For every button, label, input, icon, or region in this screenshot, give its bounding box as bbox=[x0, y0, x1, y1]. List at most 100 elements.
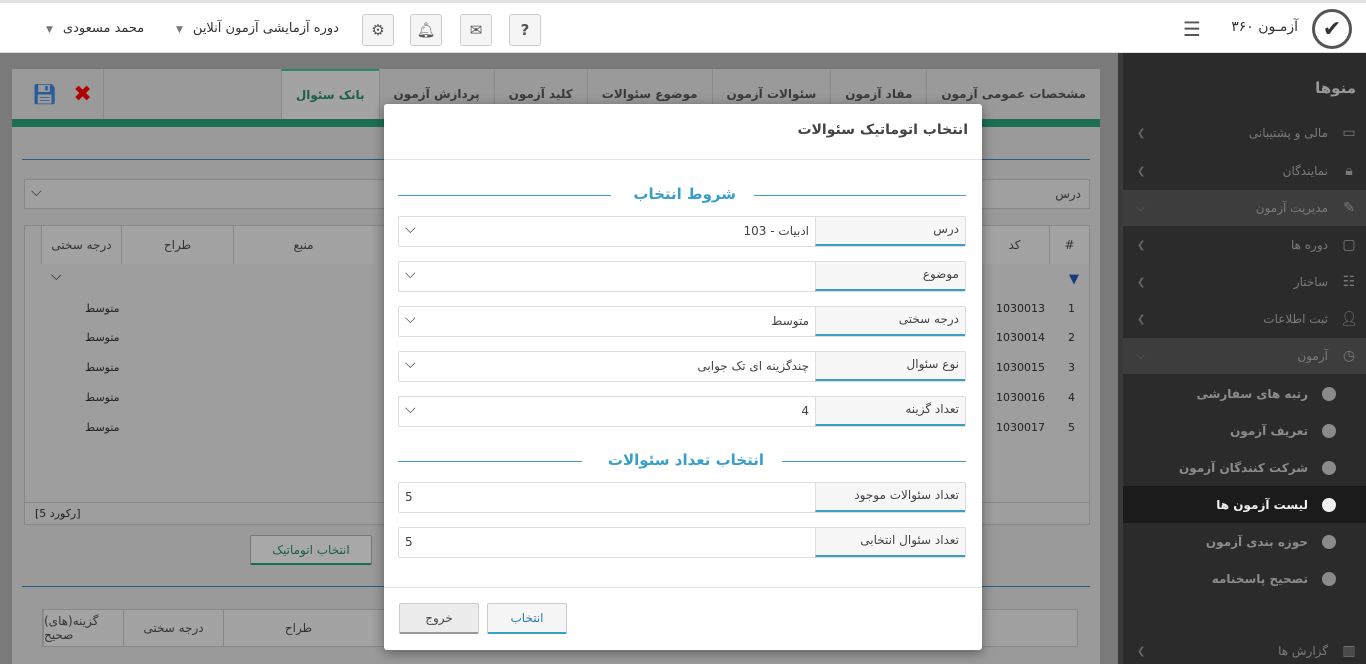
bullet-icon bbox=[1322, 423, 1336, 438]
course-name: دوره آزمایشی آزمون آنلاین bbox=[192, 21, 339, 36]
app-title: آزمـون ۳۶۰ bbox=[1231, 19, 1298, 35]
field-value: 5 bbox=[405, 535, 413, 549]
notifications-button[interactable]: 🔔︎ bbox=[410, 14, 442, 46]
chevron-left-icon: ❮ bbox=[1137, 645, 1146, 657]
sidebar-item-label: نمایندگان bbox=[1282, 164, 1328, 178]
lock-icon: 🔒︎ bbox=[1345, 163, 1353, 179]
edit-icon: ✎ bbox=[1343, 200, 1355, 216]
bell-icon: 🔔︎ bbox=[416, 21, 436, 39]
col-header-designer[interactable]: طراح bbox=[121, 226, 233, 264]
row-level: متوسط bbox=[85, 421, 120, 434]
gear-icon: ⚙ bbox=[371, 21, 385, 39]
bullet-icon bbox=[1322, 571, 1336, 586]
sidebar: منوها ❮ مالی و پشتیبانی ▭ ❮ نمایندگان 🔒︎ ⌵ مد… bbox=[1118, 53, 1366, 664]
row-code: 1030016 bbox=[996, 391, 1045, 404]
chevron-left-icon: ❮ bbox=[1137, 313, 1146, 325]
chevron-down-icon: ⌵ bbox=[405, 266, 416, 282]
section-header-counts: انتخاب تعداد سئوالات bbox=[398, 451, 966, 471]
dialog-title: انتخاب اتوماتیک سئوالات bbox=[797, 122, 968, 138]
clock-icon: ◷ bbox=[1342, 348, 1356, 364]
course-selector[interactable]: ▼ دوره آزمایشی آزمون آنلاین bbox=[176, 21, 339, 36]
user-menu[interactable]: ▼ محمد مسعودی bbox=[46, 21, 144, 36]
sidebar-item-label: ثبت اطلاعات bbox=[1263, 312, 1328, 326]
table-row: 5 bbox=[1068, 421, 1075, 434]
sidebar-item-label: گزارش ها bbox=[1278, 644, 1328, 658]
course-field[interactable]: درس 103 - ادبیات ⌵ bbox=[398, 216, 966, 247]
divider bbox=[384, 159, 982, 160]
divider bbox=[398, 461, 582, 462]
difficulty-field[interactable]: درجه سختی متوسط ⌵ bbox=[398, 306, 966, 337]
col-header-level[interactable]: درجه سختی bbox=[123, 610, 223, 646]
tab-question-bank[interactable]: بانک سئوال bbox=[280, 69, 379, 119]
sidebar-item-courses[interactable]: ❮ دوره ها ▢ bbox=[1123, 227, 1366, 263]
available-count-field[interactable]: تعداد سئوالات موجود 5 bbox=[398, 482, 966, 513]
chevron-down-icon: ⌵ bbox=[1137, 202, 1145, 214]
col-header-designer[interactable]: طراح bbox=[223, 610, 373, 646]
row-code: 1030014 bbox=[996, 331, 1045, 344]
sidebar-subitem-custom-ranks[interactable]: رتبه های سفارشی bbox=[1123, 375, 1366, 412]
sidebar-subitem-label: رتبه های سفارشی bbox=[1196, 386, 1308, 401]
field-value: 5 bbox=[405, 490, 413, 504]
chevron-down-icon: ⌵ bbox=[405, 311, 416, 327]
sidebar-subitem-label: شرکت کنندگان آزمون bbox=[1179, 460, 1308, 475]
envelope-icon: ✉ bbox=[469, 21, 483, 39]
close-icon[interactable]: ✖ bbox=[73, 82, 91, 107]
col-header-level[interactable]: درجه سختی bbox=[41, 226, 121, 264]
chevron-down-icon: ⌵ bbox=[405, 356, 416, 372]
selected-count-field[interactable]: تعداد سئوال انتخابی 5 bbox=[398, 527, 966, 558]
sidebar-subitem-label: لیست آزمون ها bbox=[1216, 497, 1308, 512]
sidebar-item-finance[interactable]: ❮ مالی و پشتیبانی ▭ bbox=[1123, 115, 1366, 151]
help-button[interactable]: ? bbox=[509, 14, 541, 46]
chart-icon: ▥ bbox=[1342, 643, 1356, 659]
chevron-down-icon: ⌵ bbox=[31, 184, 42, 200]
top-bar: ✔ آزمـون ۳۶۰ ☰ ▼ محمد مسعودی ▼ دوره آزمایش… bbox=[0, 0, 1366, 53]
sidebar-subitem-participants[interactable]: شرکت کنندگان آزمون bbox=[1123, 449, 1366, 486]
row-level: متوسط bbox=[85, 331, 120, 344]
filter-icon[interactable]: ▼ bbox=[1069, 272, 1079, 287]
table-row: 2 bbox=[1068, 331, 1075, 344]
col-header-code[interactable]: کد bbox=[979, 226, 1049, 264]
option-count-field[interactable]: تعداد گزینه 4 ⌵ bbox=[398, 396, 966, 427]
sidebar-subitem-exam-list[interactable]: لیست آزمون ها bbox=[1123, 486, 1366, 523]
topic-field[interactable]: موضوع ⌵ bbox=[398, 261, 966, 292]
sidebar-subitem-define-exam[interactable]: تعریف آزمون bbox=[1123, 412, 1366, 449]
sidebar-item-exam[interactable]: ⌵ آزمون ◷ bbox=[1123, 338, 1366, 374]
sidebar-item-label: ساختار bbox=[1293, 275, 1328, 289]
table-row: 4 bbox=[1068, 391, 1075, 404]
sidebar-item-exam-management[interactable]: ⌵ مدیریت آزمون ✎ bbox=[1123, 190, 1366, 226]
row-level: متوسط bbox=[85, 391, 120, 404]
messages-button[interactable]: ✉ bbox=[460, 14, 492, 46]
table-row: 3 bbox=[1068, 361, 1075, 374]
exit-button[interactable]: خروج bbox=[399, 603, 479, 634]
sidebar-item-data-entry[interactable]: ❮ ثبت اطلاعات 👤︎ bbox=[1123, 301, 1366, 337]
save-icon[interactable]: 💾︎ bbox=[32, 82, 57, 106]
auto-select-button[interactable]: انتخاب اتوماتیک bbox=[250, 535, 372, 565]
menu-toggle-icon[interactable]: ☰ bbox=[1183, 19, 1203, 39]
bullet-icon bbox=[1322, 460, 1336, 475]
folder-icon: ▢ bbox=[1342, 237, 1356, 253]
col-header-correct[interactable]: گزینه(های) صحیح bbox=[43, 610, 123, 646]
sidebar-item-label: آزمون bbox=[1297, 349, 1328, 363]
sidebar-item-agents[interactable]: ❮ نمایندگان 🔒︎ bbox=[1123, 153, 1366, 189]
col-header-source[interactable]: منبع bbox=[233, 226, 373, 264]
field-value: چندگزینه ای تک جوابی bbox=[697, 359, 809, 373]
settings-button[interactable]: ⚙ bbox=[362, 14, 394, 46]
section-title: انتخاب تعداد سئوالات bbox=[607, 451, 764, 469]
chevron-left-icon: ❮ bbox=[1137, 239, 1146, 251]
divider bbox=[782, 461, 966, 462]
question-icon: ? bbox=[520, 21, 530, 39]
table-row: 1 bbox=[1068, 302, 1075, 315]
sidebar-subitem-answer-sheet[interactable]: تصحیح پاسخنامه bbox=[1123, 560, 1366, 597]
chevron-left-icon: ❮ bbox=[1137, 276, 1146, 288]
sidebar-item-structure[interactable]: ❮ ساختار ☷ bbox=[1123, 264, 1366, 300]
toolbar: 💾︎ ✖ bbox=[12, 69, 104, 119]
select-button[interactable]: انتخاب bbox=[487, 603, 567, 634]
col-header-number[interactable]: # bbox=[1049, 226, 1089, 264]
chevron-down-icon[interactable]: ⌵ bbox=[51, 268, 62, 284]
section-header-conditions: شروط انتخاب bbox=[398, 185, 966, 205]
field-label: موضوع bbox=[815, 262, 965, 291]
chevron-down-icon: ⌵ bbox=[405, 221, 416, 237]
row-code: 1030015 bbox=[996, 361, 1045, 374]
sidebar-subitem-zoning[interactable]: حوزه بندی آزمون bbox=[1123, 523, 1366, 560]
question-type-field[interactable]: نوع سئوال چندگزینه ای تک جوابی ⌵ bbox=[398, 351, 966, 382]
